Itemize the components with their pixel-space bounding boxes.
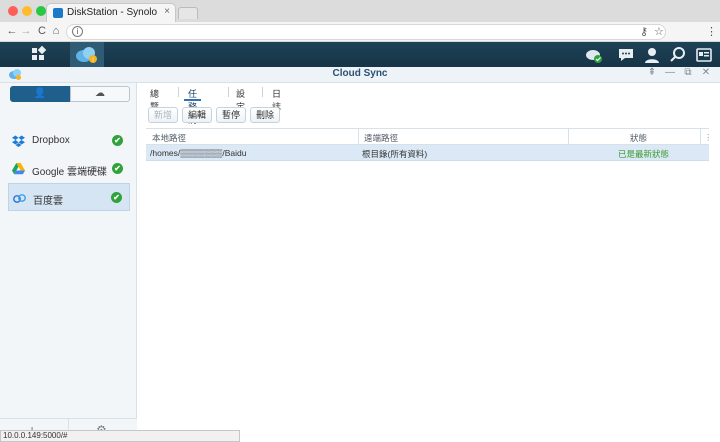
pause-button[interactable]: 暫停: [216, 107, 246, 123]
cloud-sync-taskbar-button[interactable]: i: [70, 42, 104, 67]
status-ok-icon: ✔: [111, 192, 122, 203]
sidebar-item-label: 百度雲: [33, 196, 63, 207]
status-ok-icon: ✔: [112, 135, 123, 146]
new-button[interactable]: 新增: [148, 107, 178, 123]
window-titlebar: Cloud Sync ⇞ — ⧉ ✕: [0, 67, 720, 83]
tab-log[interactable]: 日誌: [268, 87, 285, 112]
sidebar-item-label: Google 雲端硬碟: [32, 167, 108, 178]
key-icon[interactable]: ⚷: [640, 25, 648, 38]
chat-icon[interactable]: [616, 45, 636, 65]
sidebar: 👤 ☁ Dropbox ✔ Google 雲端硬碟 ✔ 百度雲 ✔ + ⚙: [0, 83, 137, 442]
site-info-icon[interactable]: i: [72, 26, 83, 37]
tab-settings[interactable]: 設定: [232, 87, 249, 112]
reload-icon[interactable]: C: [36, 25, 48, 37]
main-panel: 總覽 任務清單 設定 日誌 新增 編輯 暫停 刪除 本地路徑 遠端路徑 狀態 ⋮…: [138, 83, 720, 442]
column-menu-icon[interactable]: ⋮: [704, 132, 713, 143]
task-table: 本地路徑 遠端路徑 狀態 ⋮ /homes/▒▒▒▒▒▒▒/Baidu 根目錄(…: [146, 128, 713, 161]
sidebar-item-label: Dropbox: [32, 135, 70, 146]
column-divider[interactable]: [568, 129, 569, 145]
home-icon[interactable]: ⌂: [50, 25, 62, 37]
browser-toolbar: ← → C ⌂ i ⚷ ☆ ⋮: [0, 22, 720, 42]
restore-icon[interactable]: ⧉: [682, 67, 694, 78]
close-icon[interactable]: ✕: [700, 67, 712, 78]
zoom-window-dot[interactable]: [36, 6, 46, 16]
google-drive-icon: [12, 163, 25, 175]
browser-tab[interactable]: DiskStation - Synology DiskSt... ×: [46, 3, 176, 22]
minimize-window-dot[interactable]: [22, 6, 32, 16]
tab-divider: [178, 87, 179, 97]
cloud-status-icon[interactable]: [584, 45, 604, 65]
table-row[interactable]: /homes/▒▒▒▒▒▒▒/Baidu 根目錄(所有資料) 已是最新狀態: [146, 145, 709, 161]
cloud-view-toggle[interactable]: ☁: [70, 86, 130, 102]
cell-status: 已是最新狀態: [618, 149, 670, 159]
browser-tabbar: DiskStation - Synology DiskSt... ×: [0, 0, 720, 22]
cell-remote-path: 根目錄(所有資料): [362, 149, 428, 159]
browser-menu-icon[interactable]: ⋮: [706, 25, 717, 38]
column-header-remote-path[interactable]: 遠端路徑: [364, 132, 398, 144]
cloud-sync-icon: i: [76, 47, 97, 64]
tab-divider: [228, 87, 229, 97]
address-input[interactable]: i: [66, 24, 666, 40]
widget-icon[interactable]: [694, 45, 714, 65]
cell-local-path: /homes/▒▒▒▒▒▒▒/Baidu: [150, 148, 247, 158]
edit-button[interactable]: 編輯: [182, 107, 212, 123]
cloud-icon: ☁: [95, 88, 105, 99]
back-icon[interactable]: ←: [6, 25, 18, 37]
column-divider[interactable]: [358, 129, 359, 145]
diskstation-favicon-icon: [53, 8, 63, 18]
user-icon: 👤: [33, 88, 47, 99]
svg-text:i: i: [92, 58, 93, 64]
user-icon[interactable]: [642, 45, 662, 65]
status-bar-url: 10.0.0.149:5000/#: [0, 430, 240, 442]
search-icon[interactable]: [668, 45, 688, 65]
tab-close-icon[interactable]: ×: [164, 6, 170, 17]
tab-overview[interactable]: 總覽: [146, 87, 163, 112]
app-grid-icon[interactable]: [24, 42, 52, 67]
minimize-icon[interactable]: —: [664, 67, 676, 78]
table-header: 本地路徑 遠端路徑 狀態 ⋮: [146, 128, 713, 145]
sidebar-item-dropbox[interactable]: Dropbox ✔: [8, 127, 130, 155]
new-tab-button[interactable]: [178, 7, 198, 19]
forward-icon[interactable]: →: [20, 25, 32, 37]
column-divider[interactable]: [700, 129, 701, 145]
close-window-dot[interactable]: [8, 6, 18, 16]
browser-tab-title: DiskStation - Synology DiskSt...: [67, 7, 157, 18]
status-ok-icon: ✔: [112, 163, 123, 174]
sidebar-item-google-drive[interactable]: Google 雲端硬碟 ✔: [8, 155, 130, 183]
delete-button[interactable]: 刪除: [250, 107, 280, 123]
sidebar-item-baidu[interactable]: 百度雲 ✔: [8, 183, 130, 211]
column-header-local-path[interactable]: 本地路徑: [152, 132, 186, 144]
bookmark-star-icon[interactable]: ☆: [654, 25, 664, 38]
dropbox-icon: [12, 135, 25, 147]
tab-divider: [262, 87, 263, 97]
pin-icon[interactable]: ⇞: [646, 67, 658, 78]
column-header-status[interactable]: 狀態: [630, 132, 647, 144]
window-title: Cloud Sync: [332, 68, 388, 79]
user-view-toggle[interactable]: 👤: [10, 86, 70, 102]
tab-task-list[interactable]: 任務清單: [184, 87, 202, 138]
baidu-cloud-icon: [13, 194, 26, 203]
dsm-taskbar: i: [0, 42, 720, 67]
